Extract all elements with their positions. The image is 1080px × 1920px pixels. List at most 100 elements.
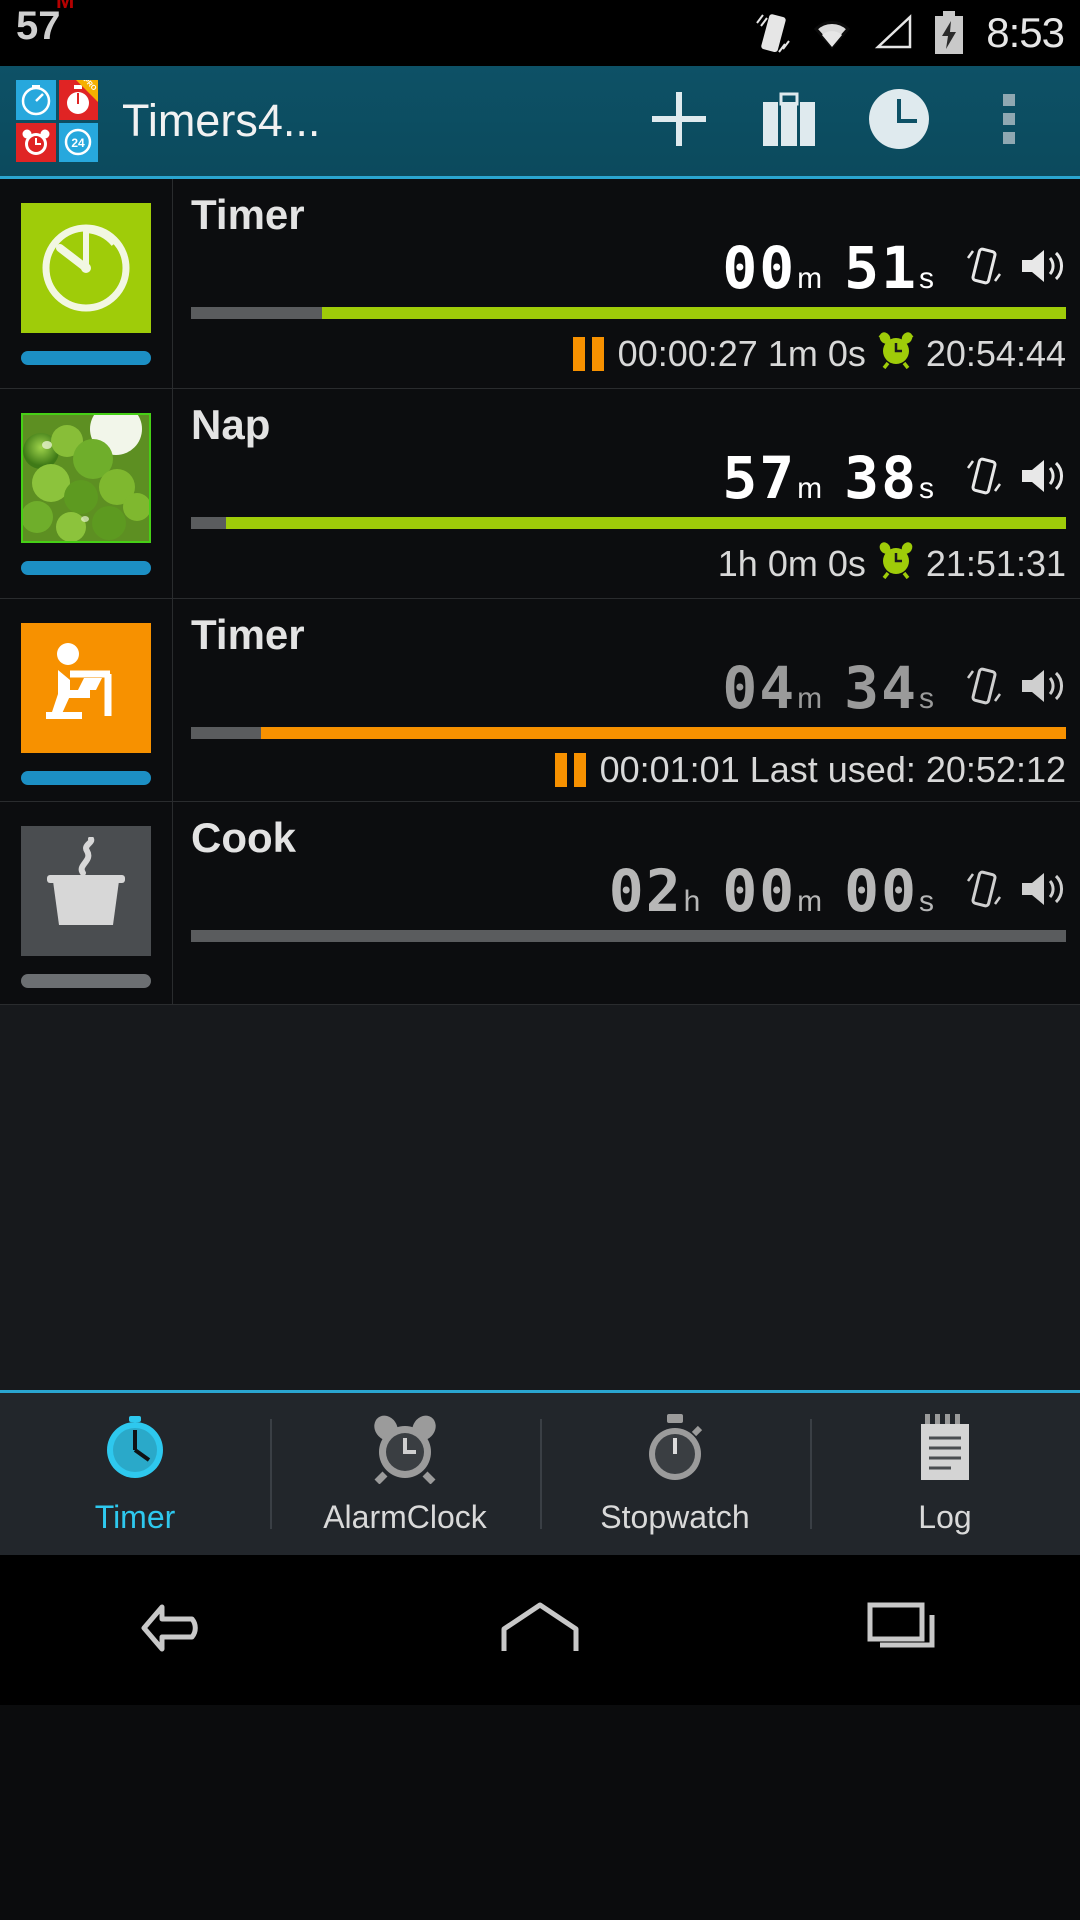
timer-display[interactable]: 04 m 34 s bbox=[191, 659, 1066, 717]
timer-accent-bar bbox=[21, 974, 151, 989]
timer-display[interactable]: 00 m 51 s bbox=[191, 239, 1066, 297]
timer-alarm-time: 20:54:44 bbox=[925, 332, 1066, 374]
alarm-clock-icon bbox=[876, 329, 916, 378]
person-at-desk-icon bbox=[34, 634, 138, 743]
app-title: Timers4... bbox=[122, 95, 321, 146]
timer-thumbnail-cell[interactable] bbox=[0, 599, 173, 802]
timer-alert-icons[interactable] bbox=[964, 454, 1066, 503]
notification-count: 57 bbox=[16, 4, 61, 48]
table-row[interactable]: Timer 00 m 51 s 00:00:27 1m 0s 20:54:44 bbox=[0, 179, 1080, 390]
vibrate-icon[interactable] bbox=[964, 664, 1004, 713]
timer-digit-group: 00 m bbox=[722, 239, 836, 297]
status-bar-icons: 8:53 bbox=[752, 9, 1065, 57]
progress-bar[interactable] bbox=[191, 930, 1066, 943]
timer-thumbnail bbox=[21, 203, 151, 333]
clock-button[interactable] bbox=[844, 65, 954, 178]
timer-digit-unit: m bbox=[797, 682, 823, 716]
app-icon-alarm-quadrant bbox=[16, 122, 56, 162]
timer-digit-unit: m bbox=[797, 262, 823, 296]
stopwatch-icon bbox=[34, 214, 138, 323]
briefcase-icon bbox=[757, 88, 821, 155]
timer-alert-icons[interactable] bbox=[964, 867, 1066, 916]
speaker-icon[interactable] bbox=[1018, 664, 1066, 713]
timer-accent-bar bbox=[21, 771, 151, 786]
timer-thumbnail-cell[interactable] bbox=[0, 179, 173, 389]
table-row[interactable]: Timer 04 m 34 s 00:01:01 Last used: 20:5… bbox=[0, 599, 1080, 803]
timer-display[interactable]: 02 h 00 m 00 s bbox=[191, 862, 1066, 920]
timer-duration: 1h 0m 0s bbox=[717, 542, 866, 584]
notepad-icon bbox=[909, 1412, 981, 1489]
timer-status-line: 00:00:27 1m 0s 20:54:44 bbox=[191, 329, 1066, 378]
timer-body: Timer 04 m 34 s 00:01:01 Last used: 20:5… bbox=[173, 599, 1080, 801]
status-bar-clock: 8:53 bbox=[986, 9, 1065, 56]
timer-digit-value: 04 bbox=[722, 654, 797, 723]
back-arrow-icon bbox=[130, 1593, 230, 1668]
timer-digit-group: 38 s bbox=[844, 449, 948, 507]
notification-badge-letter: M bbox=[56, 0, 75, 13]
timer-alert-icons[interactable] bbox=[964, 664, 1066, 713]
home-icon bbox=[490, 1593, 590, 1668]
timer-name: Timer bbox=[191, 191, 305, 238]
overflow-menu-button[interactable] bbox=[954, 65, 1064, 178]
wifi-icon bbox=[808, 13, 856, 53]
tab-alarmclock[interactable]: AlarmClock bbox=[270, 1393, 540, 1555]
vibrate-icon bbox=[752, 9, 792, 57]
speaker-icon[interactable] bbox=[1018, 454, 1066, 503]
bottom-tab-bar: Timer AlarmClock Stopwatch Log bbox=[0, 1390, 1080, 1556]
timer-status-line: 00:01:01 Last used: 20:52:12 bbox=[191, 749, 1066, 791]
progress-bar[interactable] bbox=[191, 307, 1066, 320]
timer-digit-unit: h bbox=[683, 885, 701, 919]
vibrate-icon[interactable] bbox=[964, 454, 1004, 503]
alarm-clock-icon bbox=[876, 539, 916, 588]
table-row[interactable]: Nap 57 m 38 s 1h 0m 0s 21:51:31 bbox=[0, 389, 1080, 600]
presets-button[interactable] bbox=[734, 65, 844, 178]
timer-thumbnail-cell[interactable] bbox=[0, 802, 173, 1005]
timer-accent-bar bbox=[21, 351, 151, 365]
speaker-icon[interactable] bbox=[1018, 867, 1066, 916]
add-timer-button[interactable] bbox=[624, 65, 734, 178]
back-button[interactable] bbox=[90, 1555, 270, 1705]
recents-button[interactable] bbox=[810, 1555, 990, 1705]
app-icon-timer-quadrant bbox=[16, 80, 56, 120]
timer-thumbnail-cell[interactable] bbox=[0, 389, 173, 599]
empty-list-area bbox=[0, 1005, 1080, 1391]
android-navigation-bar bbox=[0, 1555, 1080, 1706]
timer-name: Timer bbox=[191, 611, 305, 659]
timer-digit-group: 51 s bbox=[844, 239, 948, 297]
timer-display[interactable]: 57 m 38 s bbox=[191, 449, 1066, 507]
alarm-clock-icon bbox=[369, 1412, 441, 1489]
timer-digit-group: 00 s bbox=[844, 862, 948, 920]
tab-label: AlarmClock bbox=[323, 1499, 487, 1536]
timer-alert-icons[interactable] bbox=[964, 244, 1066, 293]
table-row[interactable]: Cook 02 h 00 m 00 s bbox=[0, 802, 1080, 1006]
timer-alarm-time: 21:51:31 bbox=[925, 542, 1066, 584]
stopwatch-icon bbox=[639, 1412, 711, 1489]
timer-name: Nap bbox=[191, 401, 271, 449]
vibrate-icon[interactable] bbox=[964, 244, 1004, 293]
timer-digit-group: 57 m bbox=[722, 449, 836, 507]
timer-thumbnail bbox=[21, 826, 151, 957]
overflow-menu-icon bbox=[1000, 88, 1018, 155]
battery-charging-icon bbox=[932, 10, 966, 56]
timer-digit-value: 00 bbox=[844, 857, 918, 926]
tab-stopwatch[interactable]: Stopwatch bbox=[540, 1393, 810, 1555]
tab-timer[interactable]: Timer bbox=[0, 1393, 270, 1555]
progress-bar[interactable] bbox=[191, 517, 1066, 530]
timer-digit-unit: s bbox=[919, 682, 934, 716]
progress-bar[interactable] bbox=[191, 727, 1066, 740]
timer-duration: 1m 0s bbox=[767, 332, 866, 374]
timer-icon bbox=[99, 1412, 171, 1489]
pause-icon bbox=[572, 336, 604, 371]
timer-thumbnail bbox=[21, 623, 151, 754]
plus-icon bbox=[648, 88, 710, 155]
timer-accent-bar bbox=[21, 561, 151, 576]
timer-digit-value: 00 bbox=[722, 857, 797, 926]
vibrate-icon[interactable] bbox=[964, 867, 1004, 916]
tab-log[interactable]: Log bbox=[810, 1393, 1080, 1555]
speaker-icon[interactable] bbox=[1018, 244, 1066, 293]
home-button[interactable] bbox=[450, 1555, 630, 1705]
timer-digit-value: 38 bbox=[844, 444, 918, 513]
photo-thumbnail bbox=[23, 415, 149, 542]
app-icon[interactable]: PRO 24 bbox=[16, 80, 98, 162]
timer-digit-unit: s bbox=[919, 472, 934, 506]
